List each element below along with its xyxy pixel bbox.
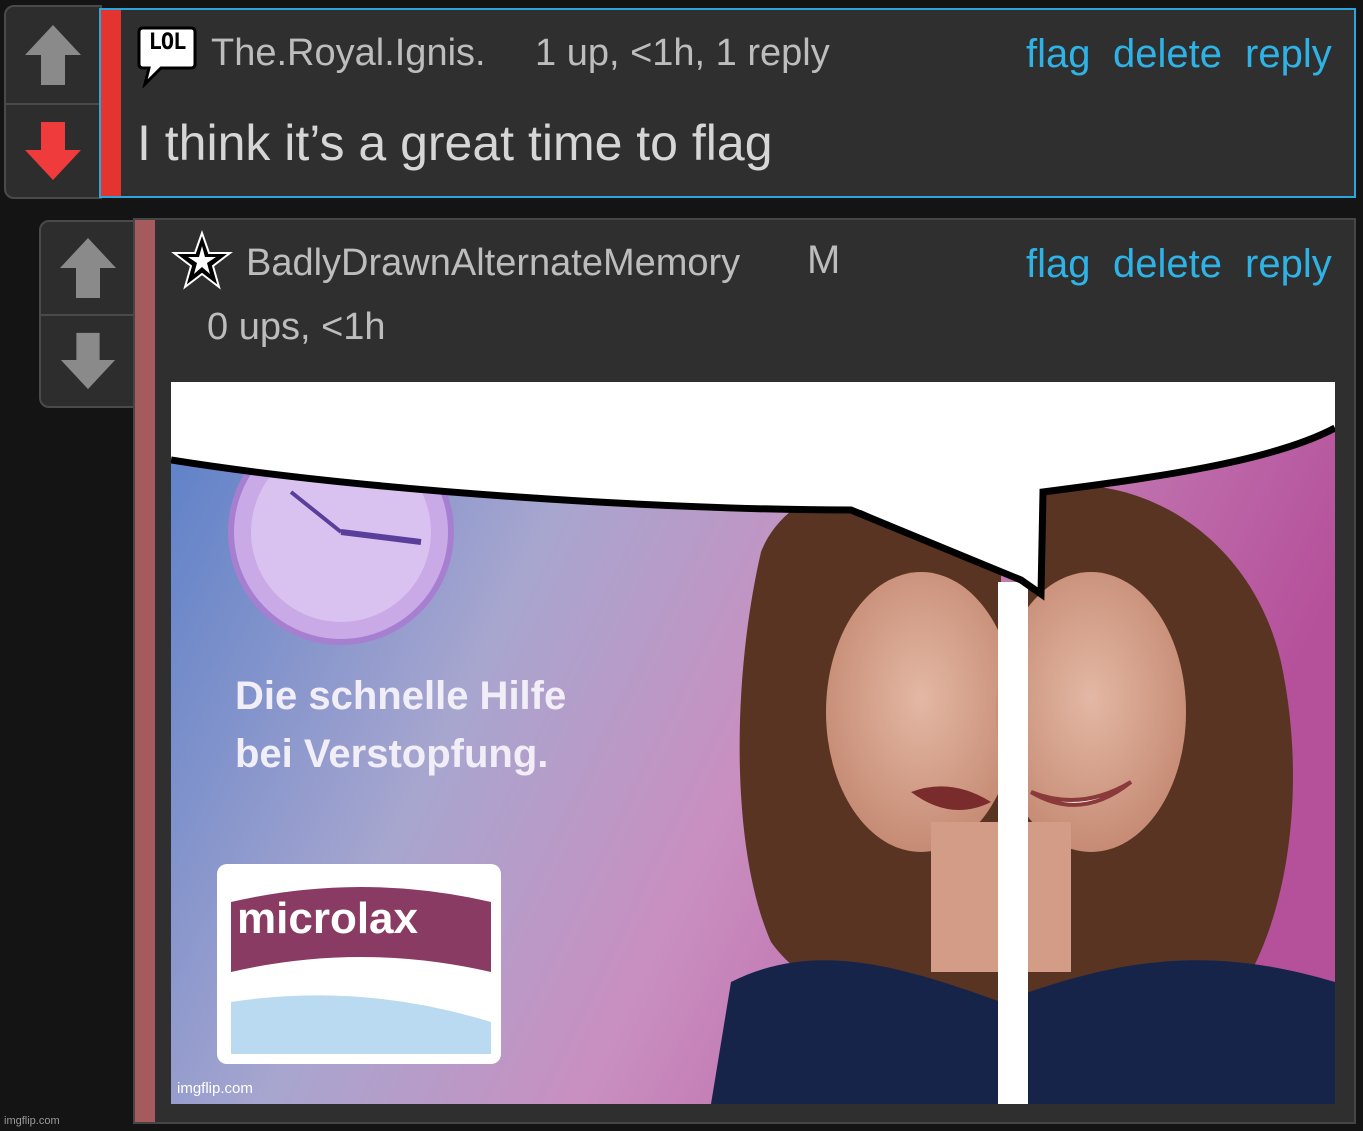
comment-username[interactable]: The.Royal.Ignis.	[211, 32, 486, 75]
comment-panel: LOL The.Royal.Ignis. 1 up, <1h, 1 reply …	[99, 8, 1356, 198]
comment-accent-bar	[135, 220, 155, 1122]
arrow-down-icon	[25, 122, 81, 180]
reply-link[interactable]: reply	[1245, 32, 1332, 77]
delete-link[interactable]: delete	[1113, 32, 1222, 77]
downvote-button[interactable]	[6, 105, 100, 197]
comment-text: I think it’s a great time to flag	[137, 115, 773, 171]
arrow-down-icon	[60, 332, 116, 390]
star-badge-icon	[171, 229, 233, 292]
vote-box	[39, 220, 137, 408]
comment-meta: 1 up, <1h, 1 reply	[535, 32, 830, 74]
upvote-button[interactable]	[41, 222, 135, 314]
comment-image[interactable]: Die schnelle Hilfe bei Verstopfung. micr…	[171, 382, 1335, 1104]
arrow-up-icon	[25, 25, 81, 85]
product-label: microlax	[237, 894, 418, 943]
reply-panel: BadlyDrawnAlternateMemory M flag delete …	[133, 218, 1356, 1124]
vote-box	[4, 5, 102, 199]
flag-link[interactable]: flag	[1026, 242, 1091, 287]
lol-badge-icon: LOL	[137, 24, 197, 89]
site-watermark: imgflip.com	[4, 1115, 60, 1127]
comment-accent-bar	[101, 10, 121, 196]
comment-username[interactable]: BadlyDrawnAlternateMemory	[246, 242, 740, 285]
headline-line-1: Die schnelle Hilfe	[235, 674, 567, 718]
image-watermark: imgflip.com	[177, 1080, 253, 1097]
mod-badge: M	[807, 238, 841, 282]
badge-text: LOL	[148, 30, 187, 55]
headline-line-2: bei Verstopfung.	[235, 732, 549, 776]
flag-link[interactable]: flag	[1026, 32, 1091, 77]
upvote-button[interactable]	[6, 7, 100, 103]
arrow-up-icon	[60, 238, 116, 298]
reply-link[interactable]: reply	[1245, 242, 1332, 287]
image-headline: Die schnelle Hilfe bei Verstopfung.	[235, 667, 566, 783]
comment-meta: 0 ups, <1h	[207, 306, 386, 348]
downvote-button[interactable]	[41, 316, 135, 406]
delete-link[interactable]: delete	[1113, 242, 1222, 287]
